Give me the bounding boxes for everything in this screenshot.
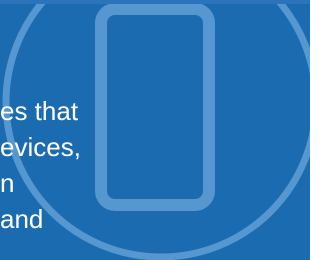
feature-panel: es that evices, n and [0, 0, 315, 260]
feature-banner: es that evices, n and [0, 4, 310, 260]
text-line: es that [0, 96, 79, 126]
text-line: and [0, 204, 44, 234]
feature-description: es that evices, n and [0, 93, 310, 237]
text-line: evices, [0, 132, 81, 162]
text-line: n [0, 168, 15, 198]
right-border [310, 0, 315, 260]
